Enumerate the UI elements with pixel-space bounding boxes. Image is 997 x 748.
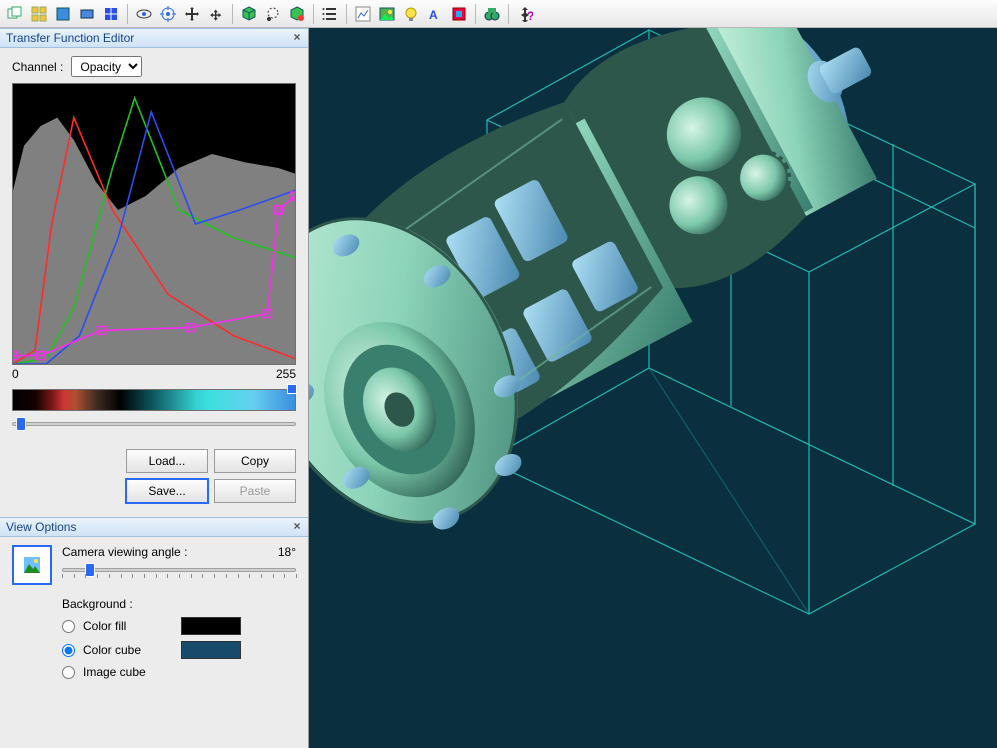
opacity-slider-thumb[interactable]: [16, 417, 26, 431]
lasso-button[interactable]: [262, 3, 284, 25]
bg-option-color_fill[interactable]: Color fill: [62, 617, 296, 635]
main-toolbar: A?: [0, 0, 997, 28]
bulb-icon: [403, 6, 419, 22]
transfer-function-graph[interactable]: [12, 83, 296, 365]
bg-option-image_cube[interactable]: Image cube: [62, 665, 296, 679]
cascade-button[interactable]: [4, 3, 26, 25]
target-icon: [160, 6, 176, 22]
bg-radio-color_fill[interactable]: [62, 620, 75, 633]
toolbar-separator: [508, 4, 509, 24]
channel-label: Channel :: [12, 60, 63, 74]
camera-angle-value: 18°: [278, 545, 296, 559]
toolbar-separator: [346, 4, 347, 24]
chart-button[interactable]: [352, 3, 374, 25]
font-icon: A: [427, 6, 443, 22]
svg-text:?: ?: [527, 9, 533, 22]
bg-radio-color_cube[interactable]: [62, 644, 75, 657]
toolbar-separator: [232, 4, 233, 24]
panel-view-options: View Options × Camera viewing angle :: [0, 517, 308, 693]
view-options-icon-button[interactable]: [12, 545, 52, 585]
color-gradient-bar[interactable]: [12, 389, 296, 411]
gradient-thumb[interactable]: [287, 384, 297, 394]
background-label: Background :: [62, 597, 296, 611]
load-button[interactable]: Load...: [126, 449, 208, 473]
panel-title: Transfer Function Editor: [6, 31, 134, 45]
photo-icon: [379, 6, 395, 22]
bg-radio-image_cube[interactable]: [62, 666, 75, 679]
camera-angle-label: Camera viewing angle :: [62, 545, 187, 559]
binoculars-button[interactable]: [481, 3, 503, 25]
move-button[interactable]: [181, 3, 203, 25]
landscape-icon: [24, 557, 40, 573]
cascade-icon: [7, 6, 23, 22]
target-button[interactable]: [157, 3, 179, 25]
help-button[interactable]: ?: [514, 3, 536, 25]
bg-swatch-color_fill[interactable]: [181, 617, 241, 635]
paste-button[interactable]: Paste: [214, 479, 296, 503]
bg-option-color_cube[interactable]: Color cube: [62, 641, 296, 659]
toolbar-separator: [475, 4, 476, 24]
panel-header-view-options[interactable]: View Options ×: [0, 517, 308, 537]
zoom-button[interactable]: [205, 3, 227, 25]
eye-icon: [136, 6, 152, 22]
arrange-icon: [31, 6, 47, 22]
toolbar-separator: [127, 4, 128, 24]
grid-blue-button[interactable]: [100, 3, 122, 25]
toolbar-separator: [313, 4, 314, 24]
scale-max: 255: [276, 367, 296, 381]
scale-min: 0: [12, 367, 19, 381]
close-icon[interactable]: ×: [290, 520, 304, 534]
help-icon: ?: [517, 6, 533, 22]
close-icon[interactable]: ×: [290, 31, 304, 45]
svg-text:A: A: [429, 8, 438, 22]
panel-transfer-function: Transfer Function Editor × Channel : Opa…: [0, 28, 308, 511]
opacity-slider[interactable]: [12, 417, 296, 431]
eye-button[interactable]: [133, 3, 155, 25]
cube-green-icon: [241, 6, 257, 22]
bulb-button[interactable]: [400, 3, 422, 25]
arrange-button[interactable]: [28, 3, 50, 25]
3d-viewport[interactable]: [309, 28, 997, 748]
rectangle-button[interactable]: [76, 3, 98, 25]
zoom-icon: [208, 6, 224, 22]
panel-title: View Options: [6, 520, 76, 534]
grid-blue-icon: [103, 6, 119, 22]
new-window-icon: [55, 6, 71, 22]
camera-slider-thumb[interactable]: [85, 563, 95, 577]
chart-icon: [355, 6, 371, 22]
font-button[interactable]: A: [424, 3, 446, 25]
list-button[interactable]: [319, 3, 341, 25]
move-icon: [184, 6, 200, 22]
bg-swatch-color_cube[interactable]: [181, 641, 241, 659]
cube-paint-icon: [289, 6, 305, 22]
lasso-icon: [265, 6, 281, 22]
save-button[interactable]: Save...: [126, 479, 208, 503]
adjust-button[interactable]: [448, 3, 470, 25]
photo-button[interactable]: [376, 3, 398, 25]
camera-angle-slider[interactable]: [62, 563, 296, 581]
bg-label: Color cube: [83, 643, 173, 657]
bg-label: Color fill: [83, 619, 173, 633]
cube-paint-button[interactable]: [286, 3, 308, 25]
binoculars-icon: [484, 6, 500, 22]
copy-button[interactable]: Copy: [214, 449, 296, 473]
left-panel-column: Transfer Function Editor × Channel : Opa…: [0, 28, 309, 748]
cube-green-button[interactable]: [238, 3, 260, 25]
rectangle-icon: [79, 6, 95, 22]
volume-render-object: [309, 28, 968, 574]
panel-header-transfer-function[interactable]: Transfer Function Editor ×: [0, 28, 308, 48]
bg-label: Image cube: [83, 665, 173, 679]
new-window-button[interactable]: [52, 3, 74, 25]
adjust-icon: [451, 6, 467, 22]
channel-select[interactable]: Opacity: [71, 56, 142, 77]
list-icon: [322, 6, 338, 22]
